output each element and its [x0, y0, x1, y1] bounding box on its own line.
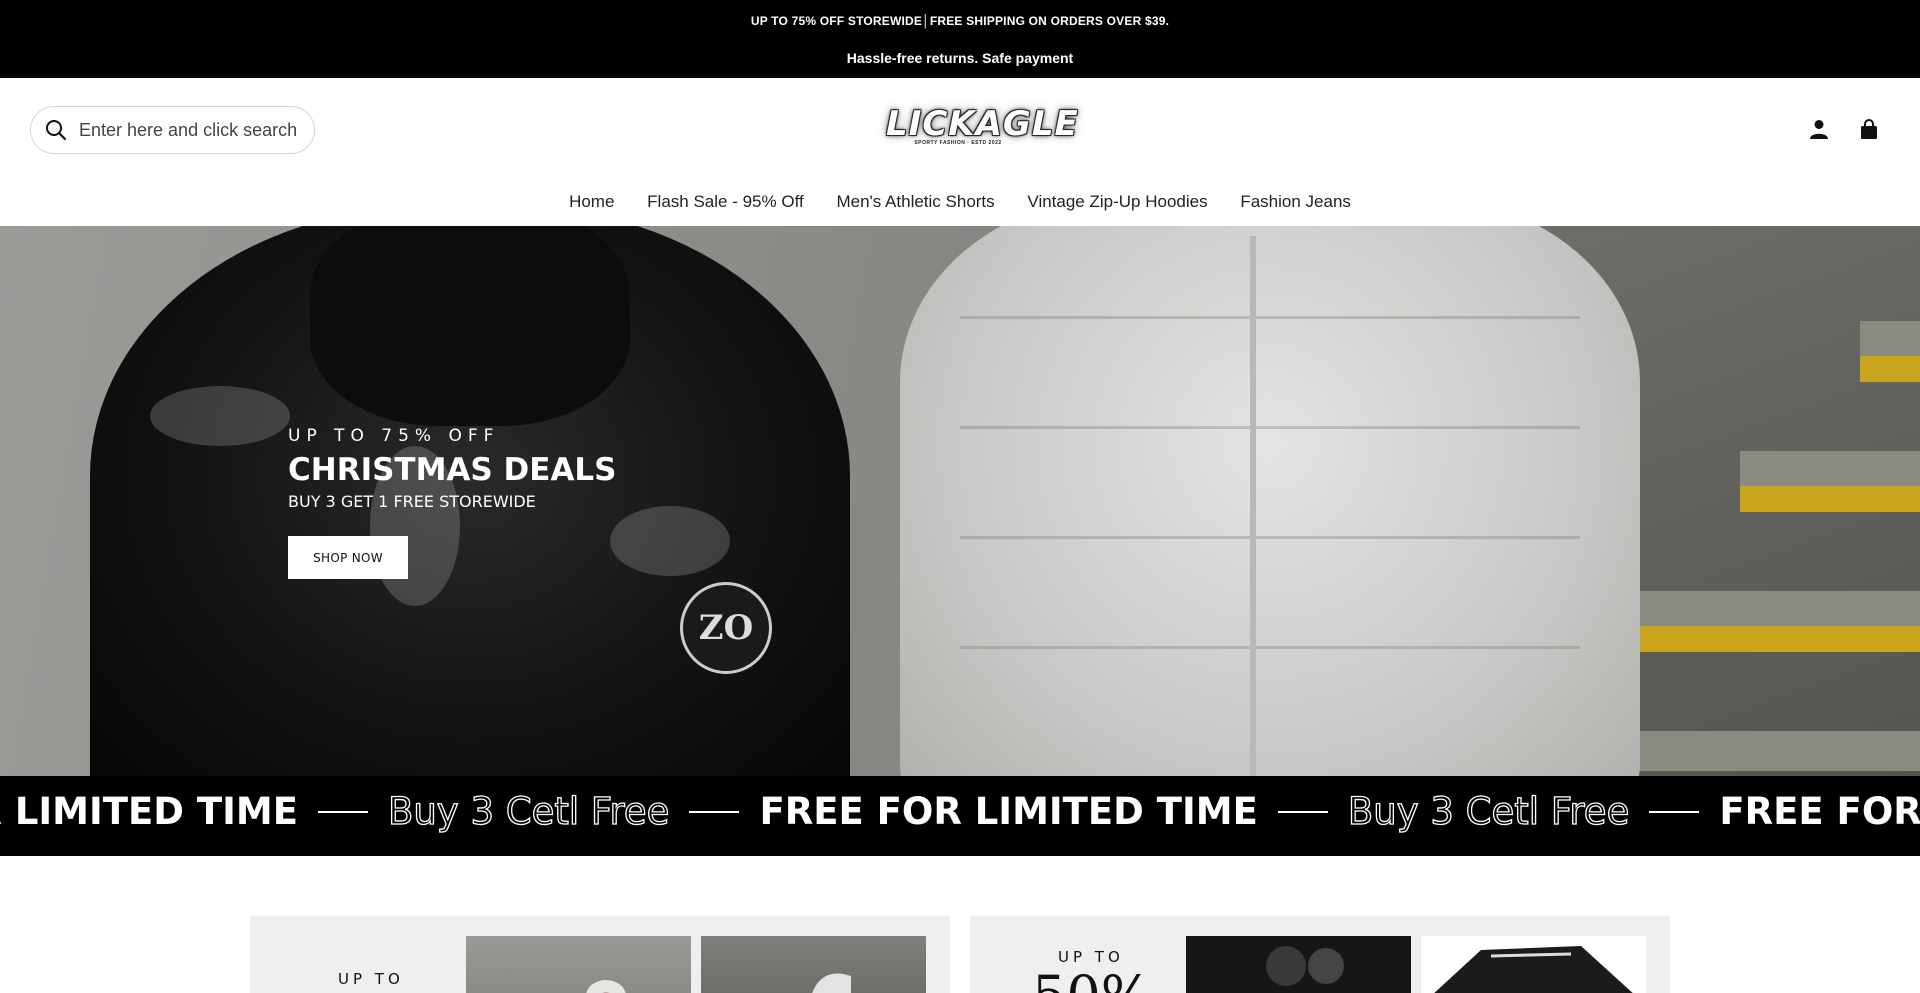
announcement-bar: UP TO 75% OFF STOREWIDE│FREE SHIPPING ON… — [0, 0, 1920, 78]
main-nav: Home Flash Sale - 95% Off Men's Athletic… — [0, 192, 1920, 212]
promo-card-left[interactable]: UP TO — [250, 916, 950, 993]
search-box[interactable] — [30, 106, 315, 154]
cart-icon[interactable] — [1858, 118, 1880, 140]
nav-item-zip-up-hoodies[interactable]: Vintage Zip-Up Hoodies — [1027, 192, 1207, 211]
hero-title: CHRISTMAS DEALS — [288, 452, 617, 488]
promo-upto-label: UP TO — [338, 970, 404, 988]
site-logo[interactable]: LICKAGLE SPORTY FASHION · ESTD 2022 — [886, 104, 1079, 164]
hero-white-jacket — [900, 226, 1640, 776]
promo-product-image — [701, 936, 926, 993]
marquee-item: Buy 3 Cetl Free — [1347, 789, 1630, 833]
marquee-divider — [1277, 810, 1328, 813]
account-icon[interactable] — [1808, 118, 1830, 140]
nav-item-flash-sale[interactable]: Flash Sale - 95% Off — [647, 192, 804, 211]
marquee-track: OR LIMITED TIME Buy 3 Cetl Free FREE FOR… — [0, 789, 1920, 833]
promo-product-image — [1421, 936, 1646, 993]
promo-discount-value: 50% — [1032, 964, 1152, 993]
marquee-item: OR LIMITED TIME — [0, 790, 298, 833]
marquee-divider — [1649, 810, 1700, 813]
search-icon[interactable] — [45, 119, 67, 141]
hero-text: UP TO 75% OFF CHRISTMAS DEALS BUY 3 GET … — [288, 426, 617, 511]
hero-subtitle: BUY 3 GET 1 FREE STOREWIDE — [288, 492, 536, 511]
marquee-item: FREE FOR LIMITED TIME — [759, 790, 1258, 833]
shop-now-button[interactable]: SHOP NOW — [288, 536, 408, 579]
site-header: LICKAGLE SPORTY FASHION · ESTD 2022 Home… — [0, 78, 1920, 226]
promo-product-image — [1186, 936, 1411, 993]
announcement-returns-text: Hassle-free returns. Safe payment — [846, 50, 1074, 66]
promo-product-image — [466, 936, 691, 993]
search-input[interactable] — [79, 119, 299, 141]
logo-text: LICKAGLE — [886, 104, 1079, 144]
marquee-divider — [689, 810, 740, 813]
promo-card-right[interactable]: UP TO 50% — [970, 916, 1670, 993]
nav-item-home[interactable]: Home — [569, 192, 614, 211]
marquee-divider — [317, 810, 368, 813]
promo-marquee: OR LIMITED TIME Buy 3 Cetl Free FREE FOR… — [0, 776, 1920, 856]
announcement-promo-text: UP TO 75% OFF STOREWIDE│FREE SHIPPING ON… — [750, 14, 1170, 28]
nav-item-athletic-shorts[interactable]: Men's Athletic Shorts — [836, 192, 994, 211]
marquee-item: FREE FOR LIMITED TI — [1719, 790, 1920, 833]
nav-item-fashion-jeans[interactable]: Fashion Jeans — [1240, 192, 1351, 211]
hero-banner[interactable]: ZO UP TO 75% OFF CHRISTMAS DEALS BUY 3 G… — [0, 226, 1920, 776]
header-icons — [1808, 118, 1880, 140]
marquee-item: Buy 3 Cetl Free — [387, 789, 670, 833]
jacket-logo-badge: ZO — [680, 582, 772, 674]
hero-eyebrow: UP TO 75% OFF — [288, 426, 500, 446]
